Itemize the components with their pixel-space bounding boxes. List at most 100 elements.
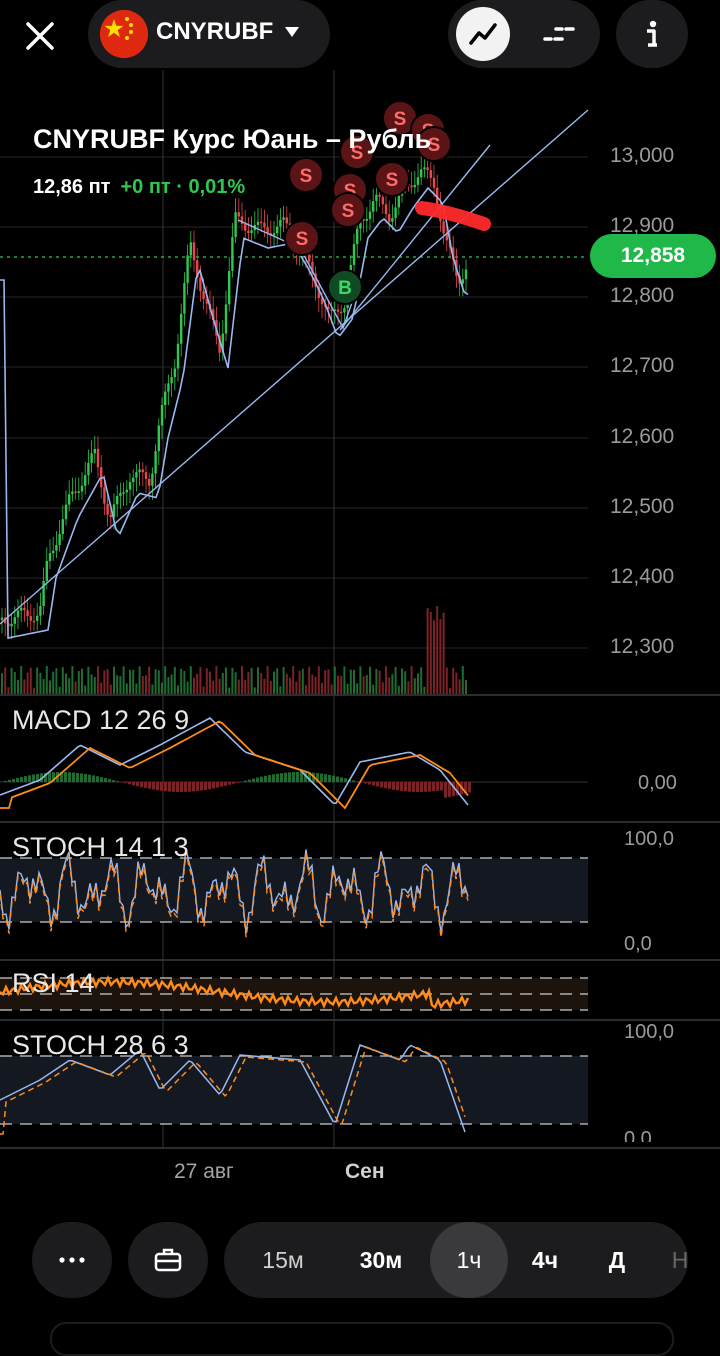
candle-body — [71, 491, 73, 494]
volume-bar — [36, 668, 38, 694]
macd-histogram-bar — [12, 779, 15, 782]
indicators-mode-button[interactable] — [532, 7, 586, 61]
candle-body — [33, 621, 35, 623]
volume-bar — [68, 678, 70, 694]
timeframe-15m[interactable]: 15м — [238, 1222, 328, 1298]
candle-body — [353, 244, 355, 265]
volume-bar — [212, 681, 214, 694]
volume-bar — [100, 682, 102, 694]
candle-body — [391, 218, 393, 222]
more-button[interactable] — [32, 1222, 112, 1298]
current-price-badge: 12,858 — [590, 234, 716, 278]
candle-body — [164, 392, 166, 405]
candle-body — [244, 224, 246, 231]
timeframe-w[interactable]: Н — [660, 1222, 688, 1298]
macd-histogram-bar — [132, 782, 135, 785]
volume-bar — [4, 667, 6, 694]
macd-histogram-bar — [376, 782, 379, 787]
volume-bar — [225, 667, 227, 694]
candle-body — [23, 608, 25, 611]
candle-body — [142, 469, 144, 472]
candle-body — [225, 304, 227, 333]
candle-body — [158, 425, 160, 451]
macd-histogram-bar — [172, 782, 175, 792]
macd-histogram-bar — [296, 772, 299, 782]
macd-histogram-bar — [92, 775, 95, 782]
macd-histogram-bar — [324, 774, 327, 782]
macd-histogram-bar — [392, 782, 395, 790]
macd-histogram-bar — [216, 782, 219, 788]
top-bar: CNYRUBF — [0, 0, 720, 70]
candle-body — [193, 242, 195, 260]
candle-body — [58, 534, 60, 545]
candle-body — [343, 308, 345, 312]
timeframe-1h[interactable]: 1ч — [430, 1222, 508, 1298]
portfolio-button[interactable] — [128, 1222, 208, 1298]
candle-body — [20, 608, 22, 611]
candle-body — [228, 271, 230, 304]
volume-bar — [270, 681, 272, 694]
candle-body — [276, 227, 278, 234]
candle-body — [356, 229, 358, 245]
volume-bar — [196, 674, 198, 694]
candle-body — [462, 279, 464, 283]
volume-bar — [292, 666, 294, 694]
candle-body — [97, 449, 99, 467]
timeframe-d[interactable]: Д — [586, 1222, 648, 1298]
line-mode-button[interactable] — [456, 7, 510, 61]
candle-body — [78, 491, 80, 493]
candle-body — [266, 227, 268, 233]
macd-histogram-bar — [252, 779, 255, 782]
symbol-selector[interactable]: CNYRUBF — [88, 0, 330, 68]
volume-bar — [411, 666, 413, 694]
macd-histogram-bar — [136, 782, 139, 786]
timeframe-30m[interactable]: 30м — [336, 1222, 426, 1298]
volume-bar — [135, 684, 137, 694]
candle-body — [231, 237, 233, 271]
volume-bar — [203, 687, 205, 694]
volume-bar — [443, 613, 445, 694]
close-button[interactable] — [18, 14, 62, 58]
instrument-title: CNYRUBF Курс Юань – Рубль — [33, 124, 431, 155]
volume-bar — [247, 672, 249, 694]
y-tick-label: 12,300 — [610, 635, 674, 659]
macd-histogram-bar — [412, 782, 415, 792]
volume-bar — [228, 688, 230, 694]
macd-histogram-bar — [28, 775, 31, 782]
macd-histogram-bar — [48, 772, 51, 782]
macd-histogram-bar — [336, 776, 339, 782]
macd-histogram-bar — [168, 782, 171, 792]
timeframe-4h[interactable]: 4ч — [514, 1222, 576, 1298]
volume-bar — [257, 667, 259, 694]
macd-histogram-bar — [396, 782, 399, 790]
stoch1-bottom-label: 0,0 — [624, 933, 652, 956]
macd-histogram-bar — [388, 782, 391, 789]
candle-body — [26, 610, 28, 616]
volume-bar — [299, 671, 301, 694]
volume-bar — [235, 672, 237, 694]
info-button[interactable] — [616, 0, 688, 68]
macd-histogram-bar — [436, 782, 439, 791]
volume-bar — [311, 675, 313, 694]
candle-body — [55, 545, 57, 551]
volume-bar — [395, 667, 397, 694]
x-tick-label: Сен — [345, 1160, 385, 1184]
macd-histogram-bar — [244, 781, 247, 782]
volume-bar — [343, 666, 345, 694]
macd-histogram-bar — [220, 782, 223, 787]
macd-histogram-bar — [260, 777, 263, 782]
macd-histogram-bar — [368, 782, 371, 785]
candle-body — [116, 496, 118, 504]
macd-histogram-bar — [372, 782, 375, 786]
volume-bar — [1, 673, 3, 694]
candle-body — [238, 212, 240, 216]
volume-bar — [158, 670, 160, 694]
volume-bar — [295, 682, 297, 694]
macd-histogram-bar — [108, 779, 111, 782]
dashes-icon — [542, 24, 576, 44]
volume-bar — [289, 678, 291, 694]
candle-body — [39, 606, 41, 616]
macd-histogram-bar — [68, 772, 71, 782]
macd-histogram-bar — [264, 776, 267, 782]
candle-body — [177, 344, 179, 369]
